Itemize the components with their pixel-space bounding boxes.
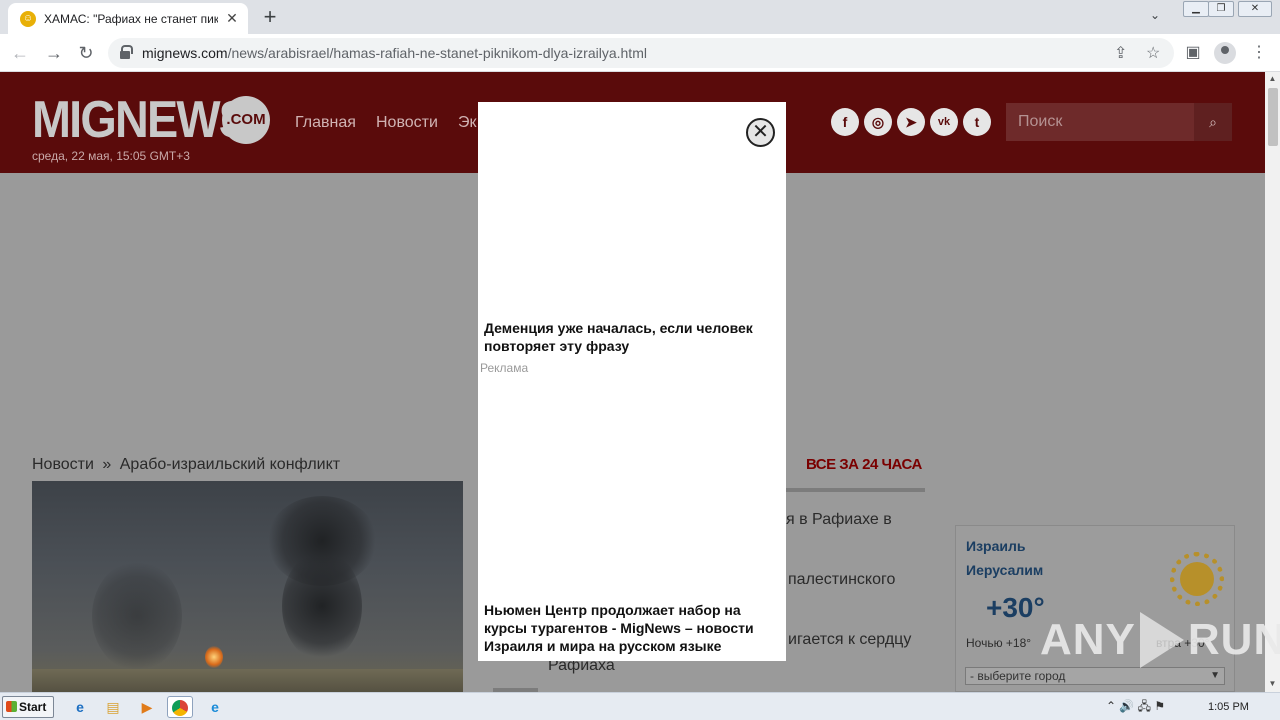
media-player-icon[interactable]: ▶ [134,696,160,718]
tab-close-icon[interactable]: ✕ [224,10,240,27]
chrome-logo-icon [172,700,188,716]
play-icon [1139,612,1184,668]
twitter-icon[interactable]: t [963,108,991,136]
breadcrumb-section-link[interactable]: Арабо-израильский конфликт [120,456,340,473]
site-favicon-icon: ☺ [20,10,36,27]
search-icon[interactable]: ⌕ [1194,103,1232,141]
breadcrumb: Новости » Арабо-израильский конфликт [32,456,340,474]
top24-underline [786,488,925,492]
site-logo-suffix[interactable]: .COM [222,96,270,144]
reload-button[interactable]: ↻ [74,41,98,65]
weather-night: Ночью +18° [966,636,1032,650]
telegram-icon[interactable]: ➤ [897,108,925,136]
sun-icon [1180,562,1214,596]
smoke-column [282,551,362,661]
news-item-1[interactable]: я в Рафиахе в [786,507,892,533]
nav-link-home[interactable]: Главная [295,114,356,132]
scrollbar-thumb[interactable] [1268,88,1278,146]
facebook-icon[interactable]: f [831,108,859,136]
tab-search-chevron-icon[interactable]: ⌄ [1150,8,1160,22]
ie-icon[interactable]: e [67,696,93,718]
back-button[interactable]: ← [8,41,32,65]
taskbar-clock[interactable]: 1:05 PM [1208,701,1249,713]
scroll-down-arrow-icon[interactable]: ▼ [1266,677,1279,691]
url-domain: mignews.com [142,45,228,61]
window-restore-button[interactable]: ❐ [1208,1,1234,17]
profile-avatar-icon[interactable] [1214,42,1236,64]
page-scrollbar[interactable] [1265,72,1280,692]
share-icon[interactable]: ⇪ [1114,43,1127,63]
ad-headline-2[interactable]: Ньюмен Центр продолжает набор на курсы т… [484,601,780,655]
folder-icon[interactable]: ▤ [100,696,126,718]
explosion-flash [205,646,223,668]
scroll-up-arrow-icon[interactable]: ▲ [1266,72,1279,86]
browser-toolbar: ← → ↻ mignews.com/news/arabisrael/hamas-… [0,34,1280,72]
breadcrumb-home-link[interactable]: Новости [32,456,94,473]
instagram-icon[interactable]: ◎ [864,108,892,136]
breadcrumb-separator: » [102,456,112,473]
url-text[interactable]: mignews.com/news/arabisrael/hamas-rafiah… [142,45,647,61]
start-label: Start [19,700,47,714]
watermark-right: RUN [1187,615,1280,664]
news-item-2[interactable]: палестинского [788,567,895,593]
weather-temperature: +30° [986,592,1045,623]
nav-link-economy[interactable]: Эк [458,114,477,132]
hero-ground [32,669,463,692]
weather-city: Иерусалим [966,562,1044,578]
article-hero-image[interactable] [32,481,463,692]
vk-icon[interactable]: vk [930,108,958,136]
ad-headline-1[interactable]: Деменция уже началась, если человек повт… [484,319,780,355]
taskbar: Start e ▤ ▶ e ⌃ 🔊 🖧 ⚑ 1:05 PM [0,692,1280,720]
modal-close-button[interactable]: ✕ [746,118,775,147]
site-search: ⌕ [1006,103,1232,141]
window-minimize-button[interactable]: ▁ [1183,1,1209,17]
system-tray[interactable]: ⌃ 🔊 🖧 ⚑ [1106,697,1165,718]
site-logo[interactable]: MIGNEWS [32,94,250,146]
current-datetime: среда, 22 мая, 15:05 GMT+3 [32,149,190,163]
watermark-left: ANY [1040,615,1136,664]
lock-icon[interactable] [120,45,133,59]
search-input[interactable] [1006,103,1194,141]
ad-modal: ✕ Деменция уже началась, если человек по… [478,102,786,661]
address-bar[interactable]: mignews.com/news/arabisrael/hamas-rafiah… [108,38,1174,68]
window-close-button[interactable]: ✕ [1238,1,1272,17]
side-panel-icon[interactable]: ▣ [1182,42,1204,64]
tab-title: ХАМАС: "Рафиах не станет пикни [44,11,218,26]
news-item-3[interactable]: игается к сердцу [788,627,911,653]
forward-button[interactable]: → [42,41,66,65]
nav-link-news[interactable]: Новости [376,114,438,132]
url-path: /news/arabisrael/hamas-rafiah-ne-stanet-… [227,45,647,61]
weather-country: Израиль [966,538,1026,554]
start-button[interactable]: Start [2,696,54,718]
new-tab-button[interactable]: + [258,6,282,30]
browser-tab-bar: ☺ ХАМАС: "Рафиах не станет пикни ✕ + ⌄ ▁… [0,0,1280,34]
browser-menu-icon[interactable]: ⋮ [1248,42,1270,64]
browser-tab[interactable]: ☺ ХАМАС: "Рафиах не станет пикни ✕ [8,3,248,34]
edge-icon[interactable]: e [202,696,228,718]
chrome-icon[interactable] [167,696,193,718]
windows-logo-icon [6,701,17,712]
smoke-haze [92,561,182,671]
top24-heading[interactable]: ВСЕ ЗА 24 ЧАСА [806,456,922,473]
anyrun-watermark: ANY RUN [1040,608,1280,672]
ad-label: Реклама [480,361,529,375]
bookmark-star-icon[interactable]: ☆ [1146,43,1160,63]
